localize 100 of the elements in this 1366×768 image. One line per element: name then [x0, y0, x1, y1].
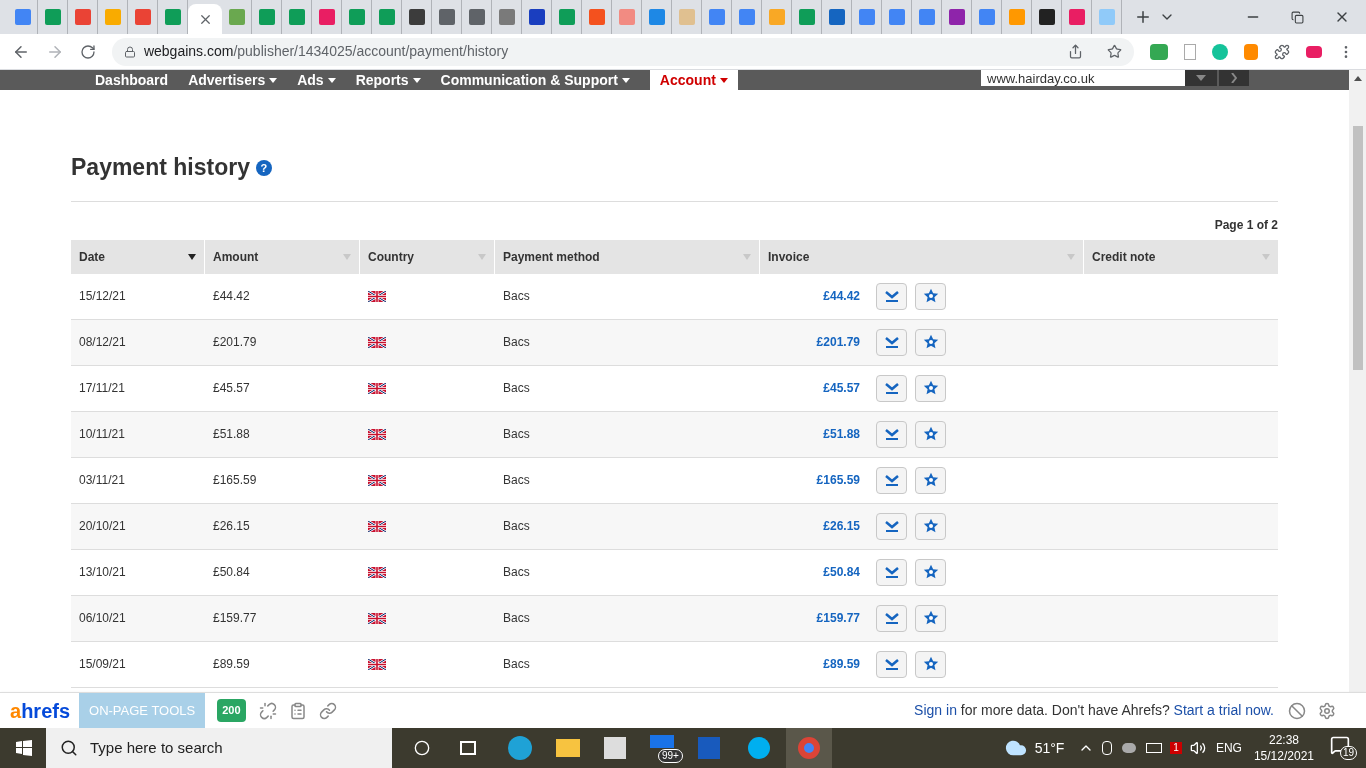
star-icon	[922, 610, 939, 626]
new-tab-icon[interactable]	[1134, 8, 1152, 26]
nav-link[interactable]: Ads	[297, 70, 336, 90]
dropdown-button[interactable]	[1185, 70, 1217, 86]
column-header[interactable]: Invoice	[760, 239, 1084, 274]
extensions-icon[interactable]	[1274, 43, 1291, 60]
download-button[interactable]	[876, 466, 907, 494]
date-cell-text: 17/11/21	[79, 380, 125, 397]
download-icon	[884, 428, 899, 440]
restore-icon[interactable]	[1291, 10, 1304, 24]
nav-link[interactable]: Communication & Support	[440, 70, 630, 90]
download-button[interactable]	[876, 650, 907, 678]
invoice-link[interactable]: £51.88	[768, 425, 860, 443]
caret-icon	[719, 77, 728, 83]
star-icon	[922, 334, 939, 350]
column-header[interactable]: Amount	[205, 239, 360, 274]
download-button[interactable]	[876, 328, 907, 356]
notification-count: 19	[1340, 746, 1358, 760]
column-header[interactable]: Payment method	[495, 239, 760, 274]
invoice-link[interactable]: £89.59	[768, 655, 860, 673]
column-header[interactable]: Date	[71, 239, 205, 274]
badge-button[interactable]	[915, 558, 946, 586]
invoice-link[interactable]: £50.84	[768, 563, 860, 581]
download-button[interactable]	[876, 512, 907, 540]
cortana-icon[interactable]	[414, 740, 430, 756]
badge-button[interactable]	[915, 282, 946, 310]
caret-icon	[269, 77, 278, 83]
reload-icon[interactable]	[79, 43, 96, 60]
payment-method-cell-text: Bacs	[503, 334, 530, 351]
ahrefs-logo: ahrefs	[10, 700, 71, 721]
column-header[interactable]: Country	[360, 239, 495, 274]
download-button[interactable]	[876, 558, 907, 586]
invoice-link[interactable]: £44.42	[768, 287, 860, 305]
settings-icon[interactable]	[1318, 701, 1336, 720]
star-icon	[922, 288, 939, 304]
invoice-link[interactable]: £165.59	[768, 471, 860, 489]
download-button[interactable]	[876, 282, 907, 310]
ahrefs-message: Sign in for more data. Don't have Ahrefs? Start a trial now.	[914, 701, 1274, 720]
date-cell-text: 03/11/21	[79, 472, 125, 489]
broken-link-icon[interactable]	[258, 701, 277, 720]
volume-icon[interactable]	[1189, 740, 1206, 756]
invoice-link[interactable]: £201.79	[768, 333, 860, 351]
link-icon[interactable]	[318, 701, 337, 720]
column-header[interactable]: Credit note	[1084, 239, 1278, 274]
scrollbar[interactable]	[1349, 70, 1366, 692]
chrome-icon[interactable]	[798, 737, 820, 759]
date-cell-text: 15/09/21	[79, 656, 126, 673]
clipboard-icon[interactable]	[288, 701, 307, 720]
download-button[interactable]	[876, 604, 907, 632]
badge-button[interactable]	[915, 512, 946, 540]
badge-button[interactable]	[915, 466, 946, 494]
site-select[interactable]: www.hairday.co.uk	[981, 70, 1185, 86]
amount-cell-text: £159.77	[213, 610, 257, 627]
download-button[interactable]	[876, 374, 907, 402]
badge-button[interactable]	[915, 604, 946, 632]
amount-cell-text: £45.57	[213, 380, 250, 397]
task-view-icon[interactable]	[460, 741, 476, 755]
nav-link[interactable]: Dashboard	[95, 70, 169, 90]
invoice-link[interactable]: £159.77	[768, 609, 860, 627]
extension-icon[interactable]	[1150, 43, 1169, 60]
bookmark-star-icon[interactable]	[1107, 44, 1123, 59]
url-text: webgains.com/publisher/1434025/account/payment/history	[143, 42, 509, 61]
address-bar[interactable]: webgains.com/publisher/1434025/account/payment/history	[111, 37, 1135, 66]
scrollbar-thumb[interactable]	[1352, 126, 1363, 370]
disable-icon[interactable]	[1288, 701, 1306, 720]
amount-cell-text: £89.59	[213, 656, 250, 673]
language-indicator[interactable]: ENG	[1215, 739, 1242, 757]
download-icon	[884, 290, 899, 302]
amount-cell-text: £51.88	[213, 426, 250, 443]
star-icon	[922, 656, 939, 672]
download-button[interactable]	[876, 420, 907, 448]
sign-in-link[interactable]: Sign in	[914, 702, 957, 718]
battery-icon[interactable]	[1146, 743, 1163, 753]
share-icon[interactable]	[1068, 44, 1084, 59]
trial-link[interactable]: Start a trial now.	[1173, 702, 1274, 718]
next-button[interactable]	[1219, 70, 1249, 86]
nav-link[interactable]: Reports	[355, 70, 421, 90]
badge-button[interactable]	[915, 328, 946, 356]
uk-flag-icon	[368, 566, 386, 578]
date-cell-text: 08/12/21	[79, 334, 126, 351]
payment-method-cell-text: Bacs	[503, 426, 530, 443]
nav-link[interactable]: Advertisers	[188, 70, 278, 90]
badge-button[interactable]	[915, 650, 946, 678]
taskbar-search-field[interactable]: Type here to search	[46, 728, 392, 768]
download-icon	[884, 658, 899, 670]
badge-button[interactable]	[915, 420, 946, 448]
invoice-link[interactable]: £26.15	[768, 517, 860, 535]
invoice-link[interactable]: £45.57	[768, 379, 860, 397]
extension-icon[interactable]	[1244, 43, 1259, 60]
nav-link[interactable]: Account	[649, 70, 738, 90]
windows-start-icon[interactable]	[16, 740, 32, 756]
scroll-up-icon[interactable]	[1353, 76, 1362, 81]
clock-time[interactable]: 22:38	[1268, 732, 1299, 748]
extension-icon[interactable]	[1306, 45, 1322, 58]
clock-date[interactable]: 15/12/2021	[1253, 748, 1314, 764]
help-icon[interactable]: ?	[255, 160, 272, 177]
extension-icon[interactable]	[1184, 43, 1197, 60]
extension-icon[interactable]	[1212, 43, 1229, 60]
badge-button[interactable]	[915, 374, 946, 402]
dropbox-badge[interactable]: 1	[1170, 742, 1182, 754]
